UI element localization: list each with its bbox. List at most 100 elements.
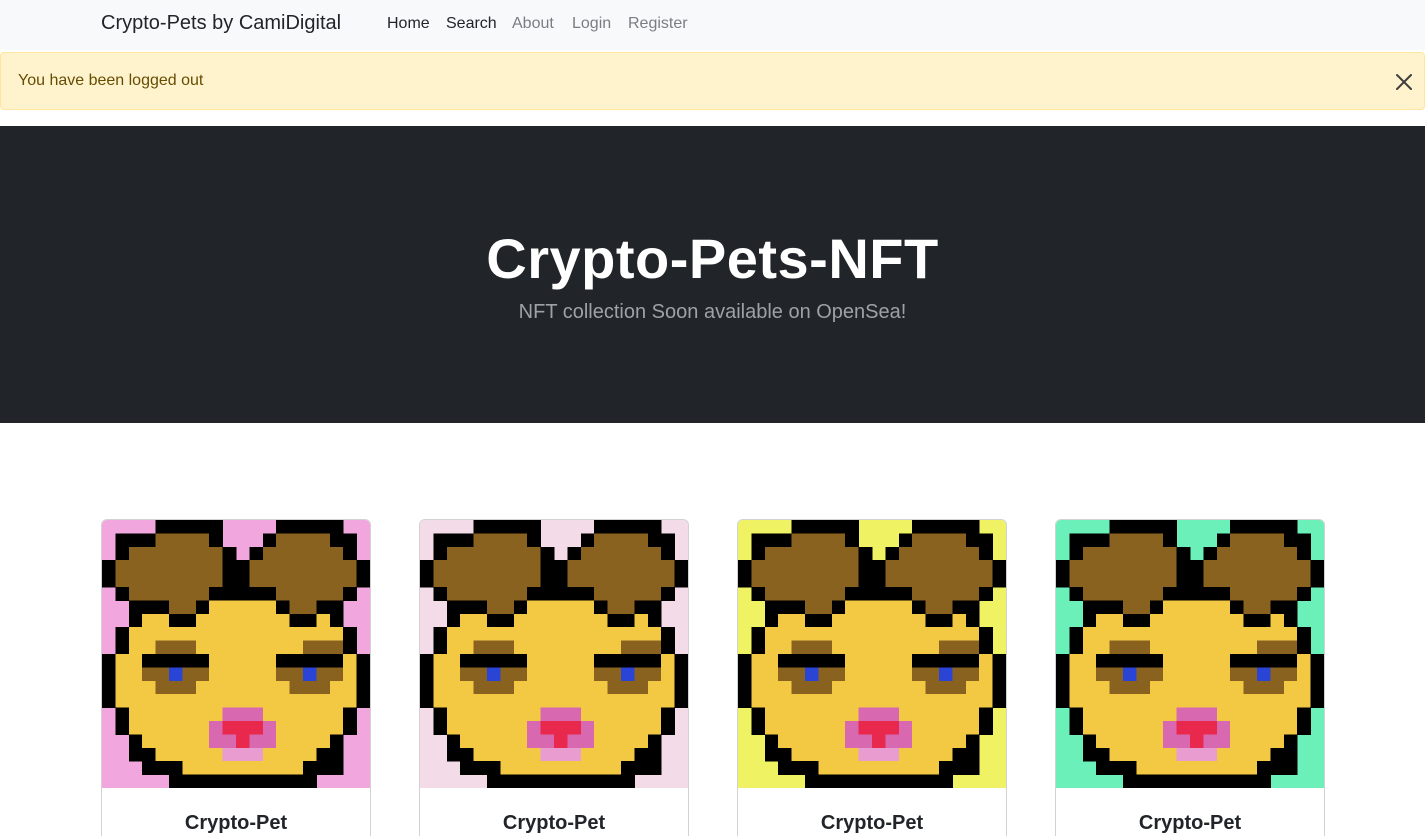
pet-pixel <box>885 573 900 588</box>
pet-card[interactable]: Crypto-Pet <box>101 519 371 836</box>
pet-pixel <box>1190 627 1204 642</box>
pet-pixel <box>420 680 434 695</box>
pet-pixel <box>142 587 157 601</box>
pet-pixel <box>209 747 224 762</box>
pet-pixel <box>607 707 622 722</box>
pet-pixel <box>527 600 542 615</box>
pet-pixel <box>634 520 649 534</box>
pet-pixel <box>1149 774 1164 788</box>
pet-pixel <box>567 761 582 776</box>
pet-pixel <box>845 587 860 601</box>
pet-pixel <box>831 680 846 695</box>
brand-link[interactable]: Crypto-Pets by CamiDigital <box>101 12 341 35</box>
pet-pixel <box>182 774 197 788</box>
pet-card[interactable]: Crypto-Pet <box>419 519 689 836</box>
pet-pixel <box>580 640 595 655</box>
pet-pixel <box>1123 640 1137 655</box>
nav-link-about[interactable]: About <box>512 15 554 33</box>
pet-pixel <box>831 587 846 601</box>
pet-pixel <box>939 640 953 655</box>
pet-pixel <box>979 546 994 561</box>
pet-pixel <box>540 761 555 776</box>
pet-pixel <box>791 640 806 655</box>
pet-pixel <box>128 707 143 722</box>
nav-link-home[interactable]: Home <box>387 15 430 33</box>
pet-image[interactable] <box>420 520 688 788</box>
pet-pixel <box>1270 707 1285 722</box>
pet-pixel <box>329 533 344 548</box>
nav-link-search[interactable]: Search <box>446 15 497 33</box>
pet-card[interactable]: Crypto-Pet <box>737 519 1007 836</box>
pet-pixel <box>1297 640 1312 655</box>
pet-pixel <box>1283 546 1298 561</box>
pet-pixel <box>1216 747 1231 762</box>
pet-pixel <box>1283 640 1298 655</box>
pet-pixel <box>169 613 183 628</box>
pet-pixel <box>1109 734 1124 749</box>
pet-image[interactable] <box>1056 520 1324 788</box>
pet-pixel <box>289 734 304 749</box>
close-icon[interactable] <box>1394 72 1414 92</box>
pet-pixel <box>420 667 434 682</box>
pet-pixel <box>262 640 277 655</box>
pet-pixel <box>1069 573 1084 588</box>
pet-pixel <box>527 747 542 762</box>
pet-pixel <box>262 533 277 548</box>
pet-pixel <box>992 573 1006 588</box>
pet-pixel <box>791 546 806 561</box>
pet-pixel <box>303 734 317 749</box>
nav-link-register[interactable]: Register <box>628 15 688 33</box>
pet-pixel <box>182 680 197 695</box>
pet-pixel <box>621 560 635 575</box>
pet-pixel <box>433 573 448 588</box>
pet-pixel <box>1283 667 1298 682</box>
pet-pixel <box>276 680 291 695</box>
pet-pixel <box>473 667 488 682</box>
pet-pixel <box>195 721 210 735</box>
pet-pixel <box>885 707 900 722</box>
pet-pixel <box>1203 721 1218 735</box>
pet-pixel <box>209 640 224 655</box>
pet-pixel <box>594 587 609 601</box>
pet-pixel <box>249 640 264 655</box>
pet-image[interactable] <box>102 520 370 788</box>
pet-pixel <box>356 654 370 668</box>
pet-pixel <box>845 680 860 695</box>
pet-pixel <box>128 573 143 588</box>
pet-pixel <box>939 587 953 601</box>
pet-pixel <box>169 627 183 642</box>
pet-pixel <box>249 721 264 735</box>
pet-pixel <box>607 520 622 534</box>
pet-pixel <box>831 654 846 668</box>
nav-link-login[interactable]: Login <box>572 15 611 33</box>
pet-pixel <box>303 640 317 655</box>
pet-pixel <box>1176 654 1191 668</box>
pet-pixel <box>1163 560 1178 575</box>
pet-pixel <box>872 640 886 655</box>
pet-pixel <box>343 533 358 548</box>
pet-pixel <box>1190 694 1204 709</box>
pet-pixel <box>634 587 649 601</box>
pet-pixel <box>778 560 793 575</box>
pet-pixel <box>1109 533 1124 548</box>
pet-pixel <box>182 734 197 749</box>
pet-pixel <box>872 667 886 682</box>
pet-pixel <box>925 747 940 762</box>
pet-image[interactable] <box>738 520 1006 788</box>
pet-pixel <box>540 654 555 668</box>
pet-pixel <box>939 627 953 642</box>
pet-pixel <box>195 654 210 668</box>
pet-pixel <box>262 761 277 776</box>
pet-pixel <box>142 694 157 709</box>
pet-card[interactable]: Crypto-Pet <box>1055 519 1325 836</box>
pet-pixel <box>858 707 873 722</box>
pet-pixel <box>831 694 846 709</box>
pet-pixel <box>764 747 779 762</box>
pet-pixel <box>195 587 210 601</box>
pet-pixel <box>1082 573 1097 588</box>
pet-pixel <box>898 573 913 588</box>
pet-pixel <box>594 667 609 682</box>
pet-pixel <box>805 533 819 548</box>
pet-pixel <box>979 707 994 722</box>
pet-pixel <box>1243 761 1258 776</box>
